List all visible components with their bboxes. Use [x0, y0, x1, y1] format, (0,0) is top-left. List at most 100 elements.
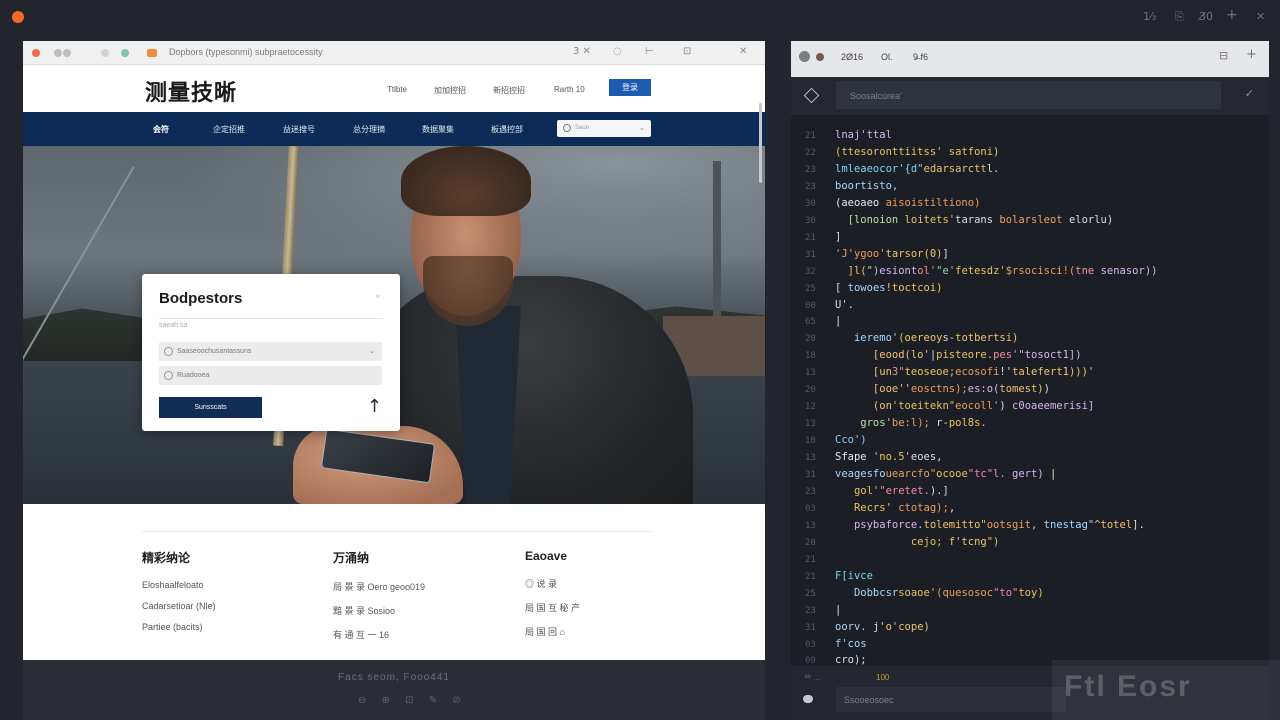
top-nav-link-1[interactable]: Ttlbte — [387, 85, 407, 94]
code-line[interactable]: U'. — [835, 297, 854, 314]
reload-dot-icon[interactable] — [101, 49, 109, 57]
code-line[interactable]: ]l(")esiontol'"e'fetesdz'$rsocisci!(tne … — [835, 263, 1158, 280]
code-line[interactable]: [ towoes!toctcoi) — [835, 280, 943, 297]
close-tab-icon[interactable]: ✕ — [739, 46, 747, 57]
code-line[interactable]: boortisto, — [835, 178, 898, 195]
code-area[interactable]: 21 lnaj'ttal 22 (ttesoronttiitss' satfoni) 2… — [791, 123, 1269, 666]
record-indicator-icon[interactable] — [12, 11, 24, 23]
extension-dot-icon[interactable] — [121, 49, 129, 57]
chevron-down-icon[interactable]: ⌄ — [639, 124, 645, 132]
code-line[interactable]: Dobbcsrsoaoe'(quesosoc"to"toy) — [835, 585, 1044, 602]
top-nav-link-4[interactable]: Rarth 10 — [554, 85, 585, 94]
code-line[interactable]: gros'be:l); r-pol8s. — [835, 415, 986, 432]
chevron-down-icon[interactable]: ⌄ — [369, 347, 375, 355]
code-line[interactable]: gol'"eretet.).] — [835, 483, 949, 500]
editor-status-dot-icon[interactable] — [799, 51, 810, 62]
footer-link[interactable]: ◎ 说 录 — [525, 577, 580, 590]
close-dot-icon[interactable] — [32, 49, 40, 57]
tab-count[interactable]: 3 ✕ — [573, 46, 591, 57]
footer-link[interactable]: Partiee (bacits) — [142, 622, 216, 632]
window-control-3[interactable]: 3̸0 — [1199, 10, 1213, 23]
code-token: "eretet. — [879, 484, 930, 497]
minus-circle-icon[interactable]: ⊖ — [358, 695, 366, 706]
code-line[interactable]: oorv. j'o'cope) — [835, 619, 930, 636]
code-line[interactable]: f'cos — [835, 636, 867, 653]
submit-button[interactable]: Sunsscats — [159, 397, 262, 418]
code-line[interactable]: ieremo'(oereoys-totbertsi) — [835, 330, 1018, 347]
code-line[interactable]: F[ivce — [835, 568, 873, 585]
footer-link[interactable]: Eloshaalfeloato — [142, 580, 216, 590]
browser-scrollbar[interactable] — [759, 103, 762, 183]
main-nav-item-1[interactable]: 会符 — [153, 124, 169, 135]
add-tab-icon[interactable]: + — [1246, 47, 1257, 62]
code-line[interactable]: Cco') — [835, 432, 867, 449]
code-line[interactable]: psybaforce.tolemitto"ootsgit, tnestag"^t… — [835, 517, 1145, 534]
code-line[interactable]: [ooe''eosctns);es:o(tomest)) — [835, 381, 1050, 398]
code-line[interactable]: Recrs' ctotag);, — [835, 500, 955, 517]
code-line[interactable]: Sfape 'no.5'eoes, — [835, 449, 942, 466]
code-line[interactable]: (aeoaeo aisoistiltiono) — [835, 195, 980, 212]
maximize-dot-icon[interactable] — [63, 49, 71, 57]
username-field[interactable]: Saaseoochusantassuns ⌄ — [159, 342, 382, 361]
code-line[interactable]: [eood(lo'|pisteore.pes'"tosoct1]) — [835, 347, 1082, 364]
window-control-1[interactable]: 1⁄₃ — [1143, 10, 1156, 23]
code-line[interactable]: ] — [835, 229, 841, 246]
block-icon[interactable]: ⊘ — [452, 695, 460, 706]
code-token: satfoni) — [948, 145, 1000, 158]
pin-icon[interactable]: ⊢ — [645, 46, 654, 57]
code-line[interactable]: lnaj'ttal — [835, 127, 892, 144]
editor-search-input[interactable]: Soosalcu̇rea' — [836, 81, 1221, 109]
editor-command-input[interactable]: Ssooeosoec — [836, 687, 1066, 712]
tab-title[interactable]: Dopbors (typesonmi) subpraetocessity — [169, 47, 323, 57]
diamond-icon[interactable] — [803, 87, 820, 104]
add-window-icon[interactable]: + — [1226, 7, 1238, 23]
main-nav-item-5[interactable]: 数据聚集 — [422, 124, 454, 135]
login-cta-button[interactable]: 登录 — [609, 79, 651, 96]
site-search-input[interactable]: Saun ⌄ — [557, 120, 651, 137]
minimize-dot-icon[interactable] — [54, 49, 62, 57]
editor-record-dot-icon[interactable] — [816, 53, 824, 61]
arrow-up-icon[interactable]: ↑ — [367, 396, 382, 417]
site-footer: 精彩纳论 Eloshaalfeloato Cadarsetioar (Nle) … — [23, 504, 765, 660]
footer-link[interactable]: 黯 景 录 Sosioo — [333, 604, 425, 617]
close-icon[interactable]: × — [375, 292, 380, 301]
top-nav-link-3[interactable]: 新招控招 — [493, 85, 525, 96]
code-line[interactable]: [lonoion loitets'tarans bolarsleot elorl… — [835, 212, 1114, 229]
main-nav-item-2[interactable]: 企定招推 — [213, 124, 245, 135]
layout-icon[interactable]: ⊟ — [1219, 49, 1228, 62]
top-nav-link-2[interactable]: 加加控招 — [434, 85, 466, 96]
plus-circle-icon[interactable]: ⊕ — [382, 695, 390, 706]
code-token: (oereoy — [898, 332, 943, 345]
editor-tab-2[interactable]: Ol. — [881, 52, 893, 62]
editor-tab-3[interactable]: 9̶ f6 — [913, 52, 928, 62]
refresh-icon[interactable]: ◌ — [613, 46, 622, 57]
footer-link[interactable]: 局 国 互 秘 产 — [525, 601, 580, 614]
check-icon[interactable]: ✓ — [1245, 87, 1254, 100]
share-icon[interactable]: ⊡ — [683, 46, 691, 57]
footer-link[interactable]: Cadarsetioar (Nle) — [142, 601, 216, 611]
editor-tab-1[interactable]: 2Ø16 — [841, 52, 863, 62]
code-line[interactable]: [un3"teoseoe;ecosofi!'talefert1)))' — [835, 364, 1094, 381]
code-line[interactable]: 'J'ygoo'tarsor(0)] — [835, 246, 949, 263]
site-logo[interactable]: 测量技晰 — [145, 75, 237, 107]
main-nav-item-6[interactable]: 板遇控部 — [491, 124, 523, 135]
code-line[interactable]: (ttesoronttiitss' satfoni) — [835, 144, 999, 161]
footer-link[interactable]: 局 景 录 Oero geoo019 — [333, 580, 425, 593]
password-field[interactable]: Ruadooea — [159, 366, 382, 385]
main-nav-item-4[interactable]: 总分理摘 — [353, 124, 385, 135]
edit-icon[interactable]: ✎ — [429, 695, 437, 706]
code-line[interactable]: cejo; f'tcng") — [835, 534, 1000, 551]
close-window-icon[interactable]: ✕ — [1256, 10, 1265, 23]
window-icon[interactable]: ⊡ — [405, 695, 413, 706]
code-line[interactable]: (on'toeitekn"eocoll') c0oaeemerisi] — [835, 398, 1094, 415]
code-line[interactable]: veagesfouearcfo"ocooe"tc"l. gert) | — [835, 466, 1056, 483]
chat-bubble-icon[interactable] — [803, 695, 813, 703]
footer-link[interactable]: 有 通 互 一 16 — [333, 628, 425, 641]
footer-link[interactable]: 局 国 回 ⌂ — [525, 625, 580, 638]
code-line[interactable]: | — [835, 602, 841, 619]
code-token: ) — [999, 400, 1013, 413]
code-line[interactable]: | — [835, 313, 841, 330]
window-control-copy-icon[interactable]: ⎘ — [1175, 10, 1184, 24]
main-nav-item-3[interactable]: 益迷搜号 — [283, 124, 315, 135]
code-line[interactable]: lmleaeocor'{d"edarsarcttl. — [835, 161, 999, 178]
